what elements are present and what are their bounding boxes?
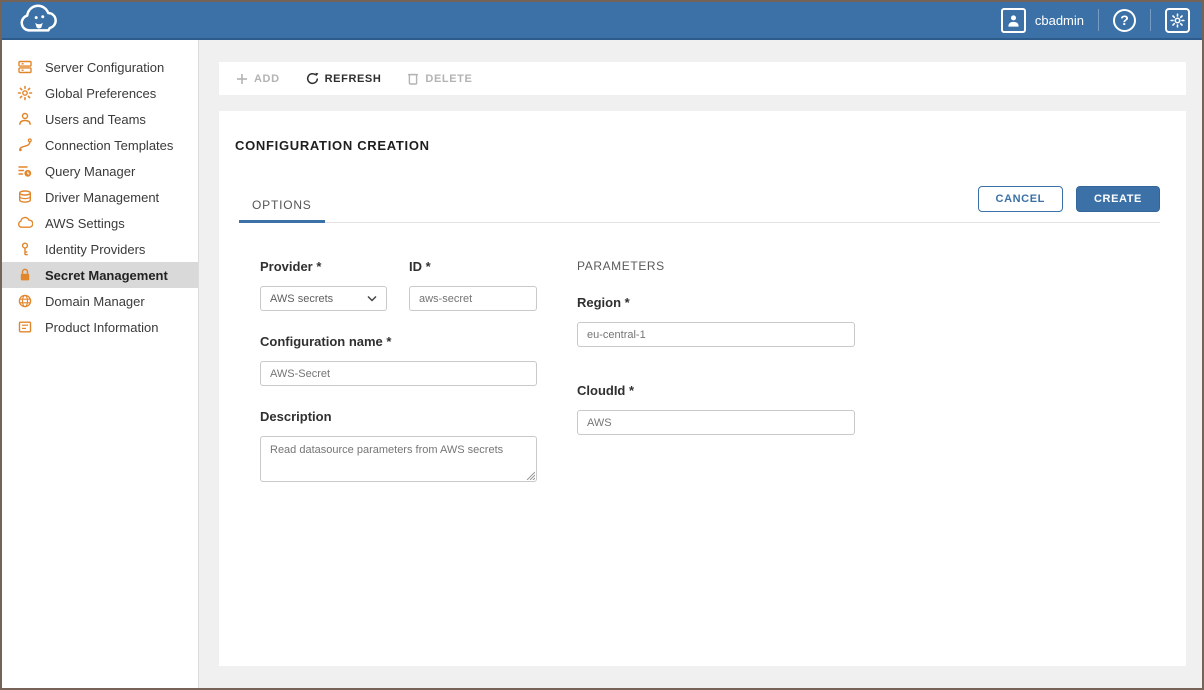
sidebar-item-label: Connection Templates bbox=[45, 138, 173, 153]
user-icon bbox=[16, 111, 33, 128]
sidebar-item-label: Product Information bbox=[45, 320, 158, 335]
cancel-button[interactable]: CANCEL bbox=[978, 186, 1063, 212]
sidebar-item-driver-management[interactable]: Driver Management bbox=[2, 184, 198, 210]
avatar-icon bbox=[1001, 8, 1026, 33]
admin-sidebar: Server Configuration Global Preferences … bbox=[2, 40, 199, 688]
sidebar-item-domain-manager[interactable]: Domain Manager bbox=[2, 288, 198, 314]
id-label: ID * bbox=[409, 259, 537, 274]
provider-select[interactable]: AWS secrets bbox=[260, 286, 387, 311]
sidebar-item-connection-templates[interactable]: Connection Templates bbox=[2, 132, 198, 158]
lock-icon bbox=[16, 267, 33, 284]
cloudbeaver-cloud-icon bbox=[16, 4, 62, 36]
delete-label: DELETE bbox=[425, 73, 472, 85]
refresh-button[interactable]: REFRESH bbox=[306, 72, 382, 85]
cloudid-field[interactable] bbox=[577, 410, 855, 435]
provider-label: Provider * bbox=[260, 259, 387, 274]
header-divider bbox=[1098, 9, 1099, 31]
sidebar-item-label: Server Configuration bbox=[45, 60, 164, 75]
chevron-down-icon bbox=[367, 295, 377, 302]
create-button[interactable]: CREATE bbox=[1076, 186, 1160, 212]
refresh-icon bbox=[306, 72, 319, 85]
sidebar-item-server-configuration[interactable]: Server Configuration bbox=[2, 54, 198, 80]
sidebar-item-aws-settings[interactable]: AWS Settings bbox=[2, 210, 198, 236]
add-label: ADD bbox=[254, 73, 280, 85]
sidebar-item-label: Driver Management bbox=[45, 190, 159, 205]
main-area: ADD REFRESH DELETE CONFIGURATION CREATIO… bbox=[199, 40, 1202, 688]
query-log-icon bbox=[16, 163, 33, 180]
description-field[interactable]: Read datasource parameters from AWS secr… bbox=[260, 436, 537, 482]
cloud-icon bbox=[16, 215, 33, 232]
sidebar-item-label: Domain Manager bbox=[45, 294, 145, 309]
trash-icon bbox=[407, 72, 419, 85]
sidebar-item-label: Identity Providers bbox=[45, 242, 145, 257]
configuration-name-label: Configuration name * bbox=[260, 334, 537, 349]
toolbar: ADD REFRESH DELETE bbox=[219, 62, 1186, 95]
configuration-form: Provider * AWS secrets ID * bbox=[260, 259, 1186, 482]
username-label: cbadmin bbox=[1035, 13, 1084, 28]
settings-icon[interactable] bbox=[1165, 8, 1190, 33]
cloudid-label: CloudId * bbox=[577, 383, 855, 398]
connection-flow-icon bbox=[16, 137, 33, 154]
cloudbeaver-logo bbox=[16, 4, 62, 36]
region-label: Region * bbox=[577, 295, 855, 310]
database-icon bbox=[16, 189, 33, 206]
sidebar-item-label: Global Preferences bbox=[45, 86, 156, 101]
key-icon bbox=[16, 241, 33, 258]
sidebar-item-query-manager[interactable]: Query Manager bbox=[2, 158, 198, 184]
id-field[interactable] bbox=[409, 286, 537, 311]
server-icon bbox=[16, 59, 33, 76]
configuration-name-field[interactable] bbox=[260, 361, 537, 386]
user-menu[interactable]: cbadmin bbox=[1001, 8, 1084, 33]
parameters-section-title: PARAMETERS bbox=[577, 259, 855, 273]
help-icon[interactable]: ? bbox=[1113, 9, 1136, 32]
description-label: Description bbox=[260, 409, 537, 424]
sidebar-item-label: AWS Settings bbox=[45, 216, 125, 231]
globe-icon bbox=[16, 293, 33, 310]
configuration-creation-panel: CONFIGURATION CREATION CANCEL CREATE OPT… bbox=[219, 111, 1186, 666]
region-field[interactable] bbox=[577, 322, 855, 347]
sidebar-item-identity-providers[interactable]: Identity Providers bbox=[2, 236, 198, 262]
sidebar-item-product-information[interactable]: Product Information bbox=[2, 314, 198, 340]
plus-icon bbox=[236, 73, 248, 85]
sidebar-item-label: Query Manager bbox=[45, 164, 135, 179]
panel-title: CONFIGURATION CREATION bbox=[219, 111, 1186, 153]
sidebar-item-global-preferences[interactable]: Global Preferences bbox=[2, 80, 198, 106]
tab-options[interactable]: OPTIONS bbox=[239, 198, 325, 223]
provider-value: AWS secrets bbox=[270, 293, 333, 305]
app-window: cbadmin ? bbox=[0, 0, 1204, 690]
sidebar-item-label: Secret Management bbox=[45, 268, 168, 283]
top-header: cbadmin ? bbox=[2, 2, 1202, 40]
gear-icon bbox=[16, 85, 33, 102]
sidebar-item-secret-management[interactable]: Secret Management bbox=[2, 262, 198, 288]
refresh-label: REFRESH bbox=[325, 73, 382, 85]
add-button[interactable]: ADD bbox=[236, 73, 280, 85]
sidebar-item-users-and-teams[interactable]: Users and Teams bbox=[2, 106, 198, 132]
delete-button[interactable]: DELETE bbox=[407, 72, 472, 85]
info-card-icon bbox=[16, 319, 33, 336]
header-divider bbox=[1150, 9, 1151, 31]
sidebar-item-label: Users and Teams bbox=[45, 112, 146, 127]
